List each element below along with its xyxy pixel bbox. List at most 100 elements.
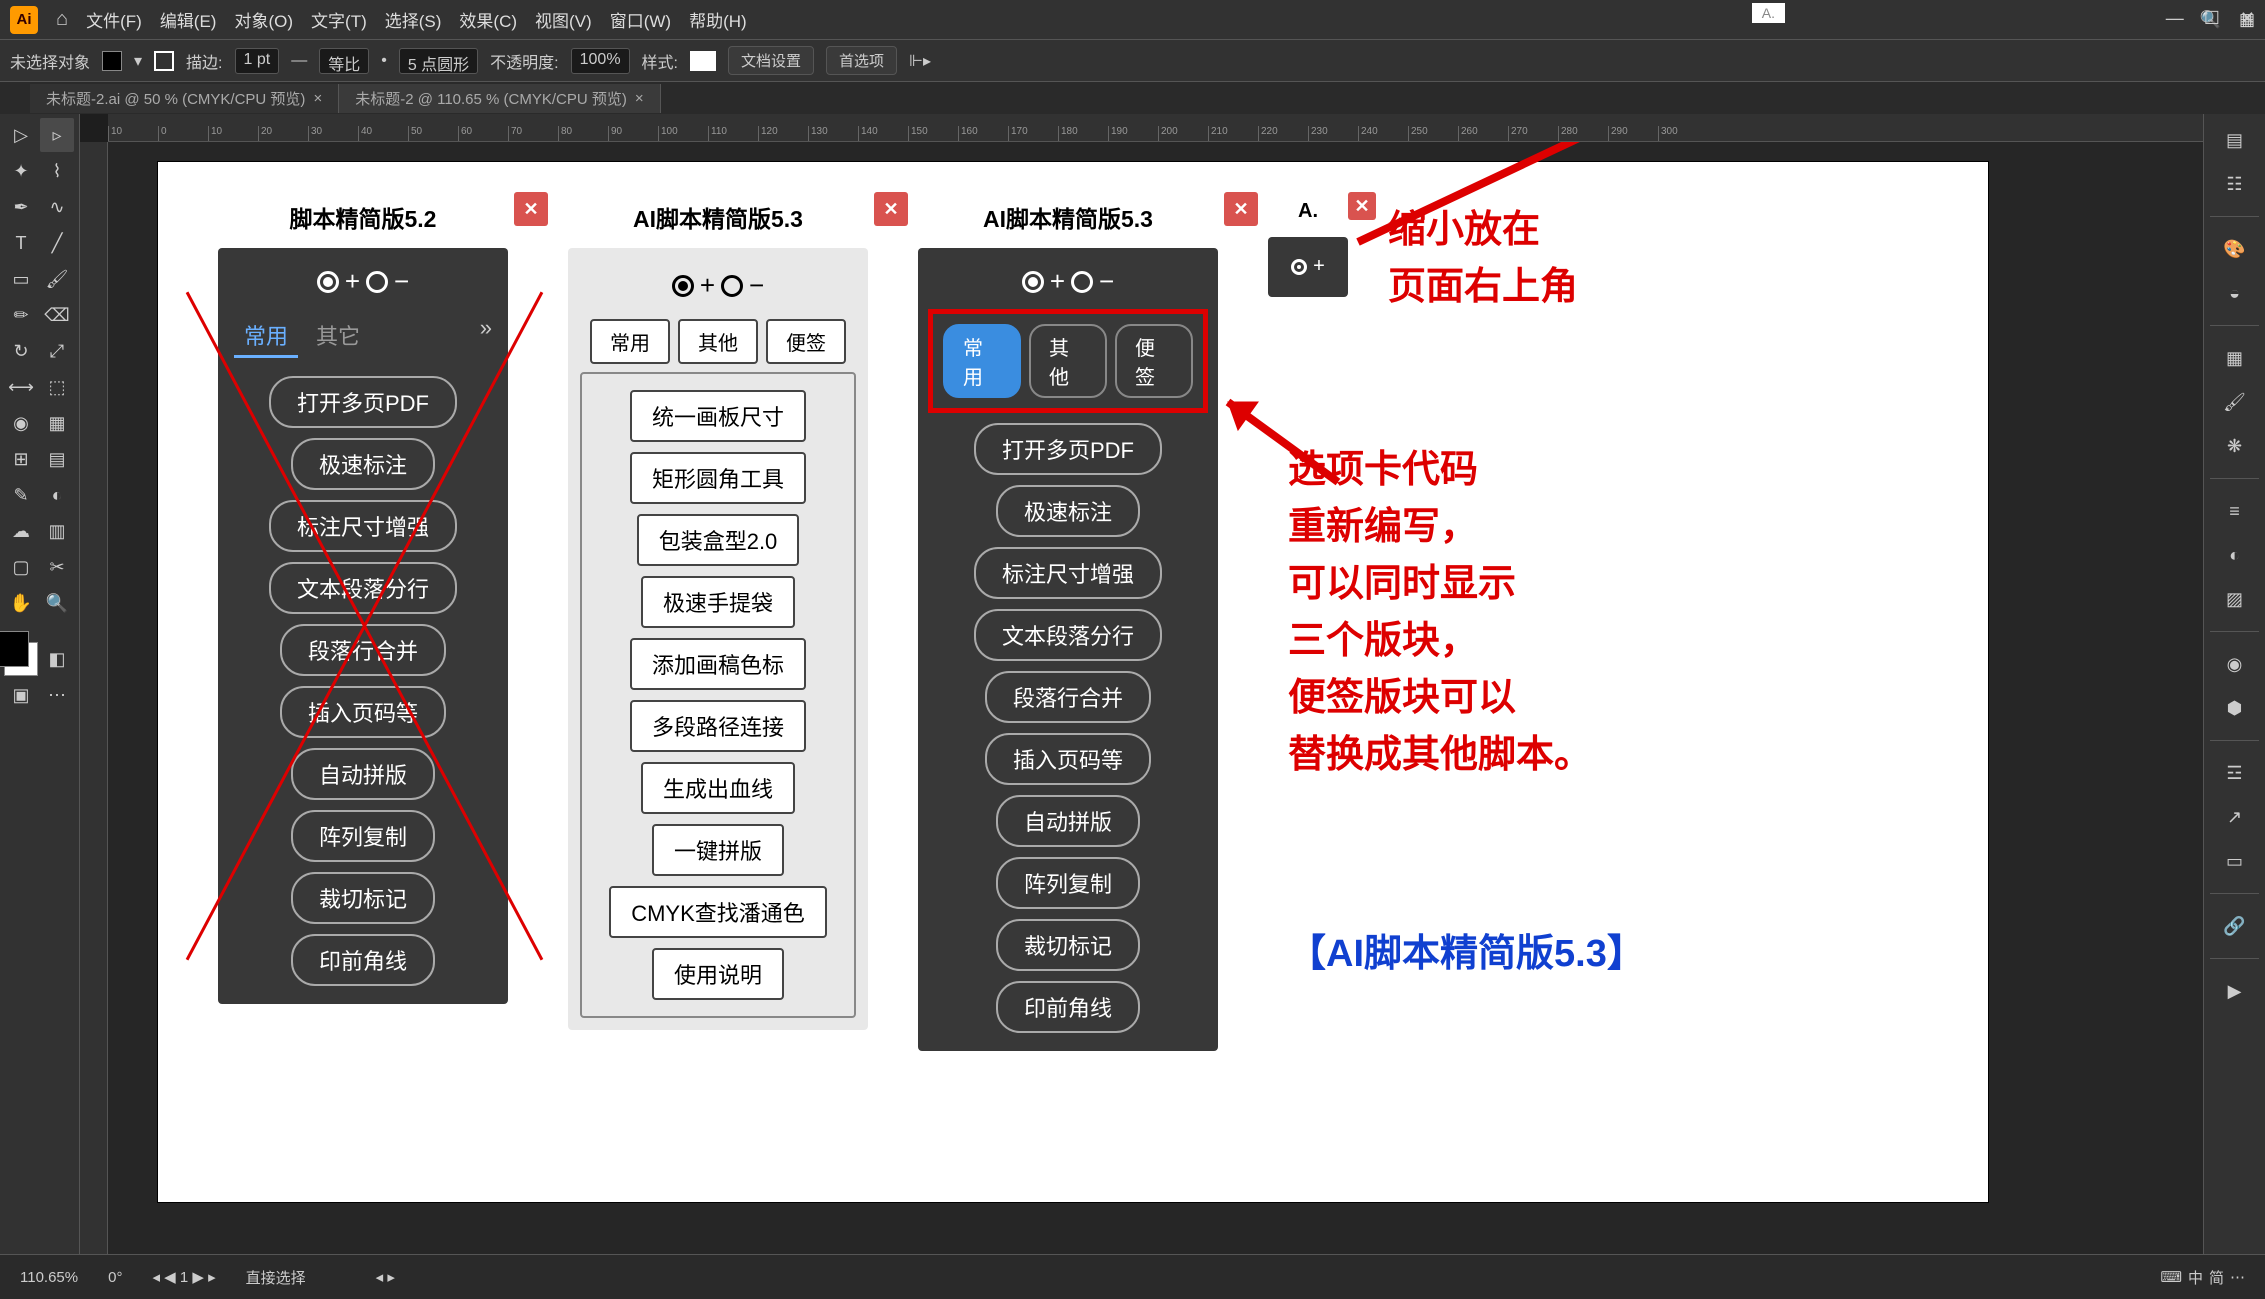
artboard-nav[interactable]: ◂ ◀ 1 ▶ ▸ [152, 1268, 215, 1286]
tab-common[interactable]: 常用 [943, 324, 1021, 398]
fill-swatch[interactable] [102, 51, 122, 71]
uniform-select[interactable]: 等比 [319, 48, 369, 74]
line-tool[interactable]: ╱ [40, 226, 74, 260]
zoom-value[interactable]: 110.65% [20, 1269, 78, 1286]
btn-help[interactable]: 使用说明 [652, 948, 784, 1000]
menu-view[interactable]: 视图(V) [535, 7, 592, 32]
btn-cropmark[interactable]: 裁切标记 [291, 872, 435, 924]
paintbrush-tool[interactable]: 🖌 [40, 262, 74, 296]
radio-off[interactable] [1071, 271, 1093, 293]
btn-bleed[interactable]: 生成出血线 [641, 762, 795, 814]
stroke-panel-icon[interactable]: ≡ [2217, 493, 2253, 529]
prefs-button[interactable]: 首选项 [826, 46, 897, 75]
tray-more-icon[interactable]: ⋯ [2230, 1268, 2245, 1286]
brushes-panel-icon[interactable]: 🖌 [2217, 384, 2253, 420]
btn-arraycopy[interactable]: 阵列复制 [996, 857, 1140, 909]
tab-other[interactable]: 其它 [306, 315, 370, 358]
canvas[interactable]: 脚本精简版5.2 ✕ + − 常用 其它 » 打开多页PDF 极速标注 标注 [108, 142, 2203, 1254]
direct-selection-tool[interactable]: ▹ [40, 118, 74, 152]
btn-openpdf[interactable]: 打开多页PDF [974, 423, 1162, 475]
btn-dimmark[interactable]: 标注尺寸增强 [269, 500, 457, 552]
lasso-tool[interactable]: ⌇ [40, 154, 74, 188]
appearance-panel-icon[interactable]: ◉ [2217, 646, 2253, 682]
btn-prepress[interactable]: 印前角线 [996, 981, 1140, 1033]
btn-unifyab[interactable]: 统一画板尺寸 [630, 390, 806, 442]
btn-boxtype[interactable]: 包装盒型2.0 [637, 514, 800, 566]
expand-icon[interactable]: » [480, 315, 492, 358]
close-icon[interactable]: ✕ [2240, 8, 2255, 29]
tray-ime-icon[interactable]: ⌨ [2160, 1268, 2182, 1286]
btn-dimmark[interactable]: 标注尺寸增强 [974, 547, 1162, 599]
screen-mode[interactable]: ▣ [4, 678, 38, 712]
tab-notes[interactable]: 便签 [1115, 324, 1193, 398]
stroke-swatch[interactable] [154, 51, 174, 71]
document-tab-2[interactable]: 未标题-2 @ 110.65 % (CMYK/CPU 预览)× [339, 84, 660, 113]
btn-roundrect[interactable]: 矩形圆角工具 [630, 452, 806, 504]
radio-on[interactable] [1022, 271, 1044, 293]
radio-on[interactable] [672, 275, 694, 297]
opacity-input[interactable]: 100% [571, 48, 630, 74]
zoom-tool[interactable]: 🔍 [40, 586, 74, 620]
tab-common[interactable]: 常用 [590, 319, 670, 364]
btn-autoimpose[interactable]: 自动拼版 [291, 748, 435, 800]
properties-panel-icon[interactable]: ▤ [2217, 122, 2253, 158]
btn-impose1[interactable]: 一键拼版 [652, 824, 784, 876]
scale-tool[interactable]: ⤢ [40, 334, 74, 368]
free-transform-tool[interactable]: ⬚ [40, 370, 74, 404]
edit-toolbar[interactable]: ⋯ [40, 678, 74, 712]
menu-file[interactable]: 文件(F) [86, 7, 142, 32]
width-tool[interactable]: ⟷ [4, 370, 38, 404]
close-button[interactable]: ✕ [874, 192, 908, 226]
rotate-value[interactable]: 0° [108, 1269, 122, 1286]
menu-effect[interactable]: 效果(C) [459, 7, 517, 32]
slice-tool[interactable]: ✂ [40, 550, 74, 584]
color-panel-icon[interactable]: 🎨 [2217, 231, 2253, 267]
home-icon[interactable]: ⌂ [56, 8, 68, 31]
brush-select[interactable]: 5 点圆形 [399, 48, 478, 74]
rectangle-tool[interactable]: ▭ [4, 262, 38, 296]
graph-tool[interactable]: ▥ [40, 514, 74, 548]
graphic-styles-icon[interactable]: ⬢ [2217, 690, 2253, 726]
tab-other[interactable]: 其他 [678, 319, 758, 364]
selection-tool[interactable]: ▷ [4, 118, 38, 152]
eyedropper-tool[interactable]: ✎ [4, 478, 38, 512]
close-tab-icon[interactable]: × [313, 90, 322, 107]
radio-on[interactable] [317, 271, 339, 293]
tab-other[interactable]: 其他 [1029, 324, 1107, 398]
scroll-track[interactable]: ◂ ▸ [376, 1268, 395, 1286]
radio-off[interactable] [721, 275, 743, 297]
menu-help[interactable]: 帮助(H) [689, 7, 747, 32]
menu-object[interactable]: 对象(O) [234, 7, 293, 32]
stroke-input[interactable]: 1 pt [235, 48, 280, 74]
color-mode[interactable]: ◧ [40, 642, 74, 676]
layers-panel-icon[interactable]: ☲ [2217, 755, 2253, 791]
menu-window[interactable]: 窗口(W) [610, 7, 671, 32]
document-tab-1[interactable]: 未标题-2.ai @ 50 % (CMYK/CPU 预览)× [30, 84, 339, 113]
btn-pantone[interactable]: CMYK查找潘通色 [609, 886, 827, 938]
artboard-tool[interactable]: ▢ [4, 550, 38, 584]
rotate-tool[interactable]: ↻ [4, 334, 38, 368]
color-guide-icon[interactable]: ◒ [2217, 275, 2253, 311]
maximize-icon[interactable]: ☐ [2204, 8, 2220, 29]
curvature-tool[interactable]: ∿ [40, 190, 74, 224]
links-panel-icon[interactable]: 🔗 [2217, 908, 2253, 944]
btn-fastmark[interactable]: 极速标注 [291, 438, 435, 490]
magic-wand-tool[interactable]: ✦ [4, 154, 38, 188]
menu-type[interactable]: 文字(T) [311, 7, 367, 32]
menu-select[interactable]: 选择(S) [385, 7, 442, 32]
play-icon[interactable]: ▶ [2217, 973, 2253, 1009]
btn-prepress[interactable]: 印前角线 [291, 934, 435, 986]
shaper-tool[interactable]: ✏ [4, 298, 38, 332]
blend-tool[interactable]: ◐ [40, 478, 74, 512]
libraries-panel-icon[interactable]: ☷ [2217, 166, 2253, 202]
type-tool[interactable]: T [4, 226, 38, 260]
tray-lang-icon[interactable]: 中 [2188, 1267, 2203, 1288]
align-icon[interactable]: ⊩▸ [909, 51, 931, 71]
btn-autoimpose[interactable]: 自动拼版 [996, 795, 1140, 847]
btn-paramerge[interactable]: 段落行合并 [985, 671, 1151, 723]
swap-icon[interactable]: ▾ [134, 51, 142, 71]
shape-builder-tool[interactable]: ◉ [4, 406, 38, 440]
menu-edit[interactable]: 编辑(E) [160, 7, 217, 32]
btn-cropmark[interactable]: 裁切标记 [996, 919, 1140, 971]
transparency-panel-icon[interactable]: ▨ [2217, 581, 2253, 617]
